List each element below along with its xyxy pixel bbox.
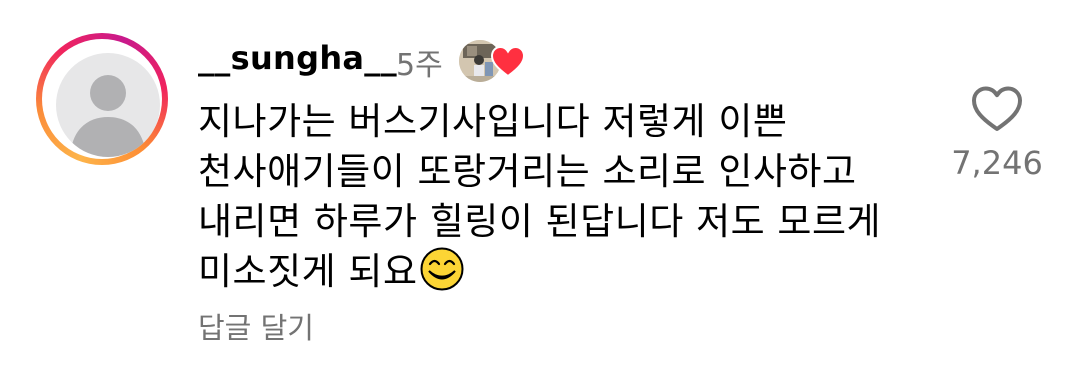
reply-button[interactable]: 답글 달기 xyxy=(198,305,314,347)
like-count: 7,246 xyxy=(951,144,1043,182)
creator-liked-badge xyxy=(459,40,525,82)
comment-item: __sungha__ 5주 지나가는 버스기사입니다 저렇게 이쁜 천사애기들이… xyxy=(0,0,1080,384)
avatar[interactable] xyxy=(56,53,160,157)
grinning-face-emoji-icon xyxy=(420,247,464,291)
heart-outline-icon[interactable] xyxy=(971,85,1023,133)
default-user-icon xyxy=(70,75,146,157)
avatar-story-ring[interactable] xyxy=(36,33,168,165)
comment-body: 지나가는 버스기사입니다 저렇게 이쁜 천사애기들이 또랑거리는 소리로 인사하… xyxy=(198,100,882,293)
comment-text: 지나가는 버스기사입니다 저렇게 이쁜 천사애기들이 또랑거리는 소리로 인사하… xyxy=(198,97,938,297)
heart-filled-icon xyxy=(491,46,525,78)
comment-timestamp: 5주 xyxy=(396,48,443,83)
comment-username[interactable]: __sungha__ xyxy=(198,39,397,77)
avatar-ring-gap xyxy=(42,39,162,159)
